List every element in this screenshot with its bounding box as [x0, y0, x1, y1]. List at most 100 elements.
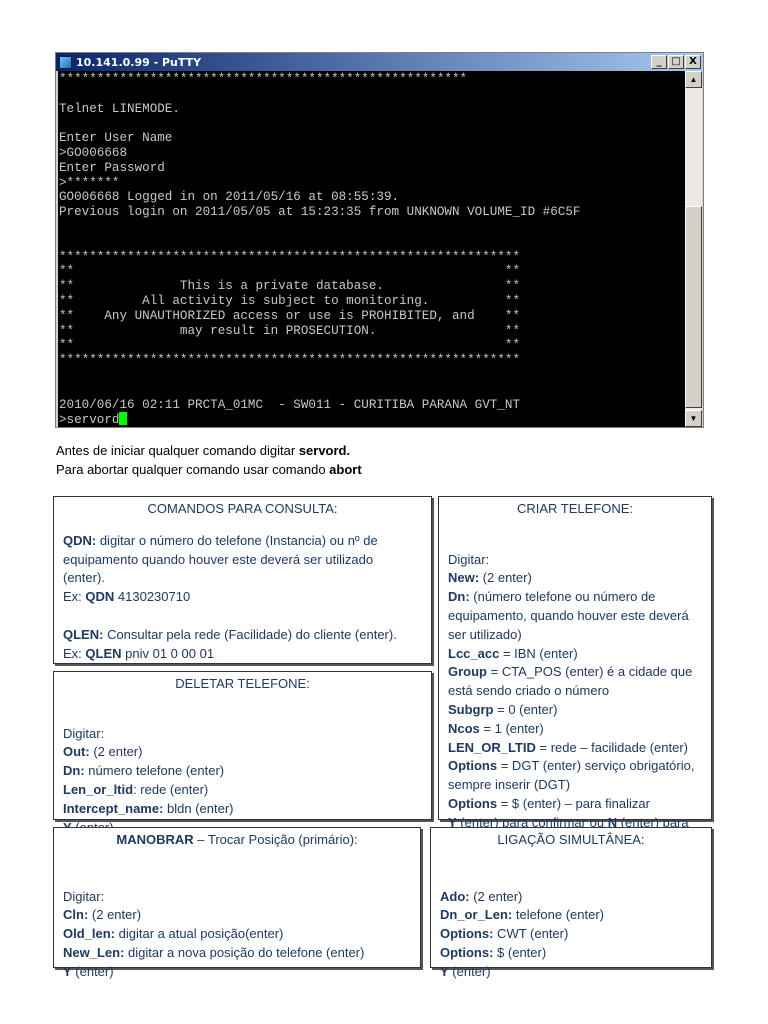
bold-text: Len_or_ltid: [63, 781, 134, 797]
text: equipamento, quando houver este deverá: [448, 607, 689, 623]
box-line: Subgrp = 0 (enter): [448, 701, 702, 720]
text: $ (enter): [493, 944, 547, 960]
box-line: Options = DGT (enter) serviço obrigatóri…: [448, 757, 702, 776]
text: (2 enter): [88, 907, 142, 923]
box-line: Group = CTA_POS (enter) é a cidade que: [448, 663, 702, 682]
scroll-down-icon[interactable]: ▼: [685, 410, 702, 427]
text: CWT (enter): [493, 926, 569, 942]
terminal-line: ** may result in PROSECUTION. **: [59, 323, 521, 338]
box-title: CRIAR TELEFONE:: [448, 500, 702, 519]
bold-text: Options:: [440, 944, 494, 960]
terminal-line: ** This is a private database. **: [59, 279, 521, 294]
text: telefone (enter): [512, 907, 605, 923]
putty-icon: [59, 55, 72, 69]
box-line: Len_or_ltid: rede (enter): [63, 781, 422, 800]
box-manobrar: MANOBRAR – Trocar Posição (primário): Dig…: [53, 827, 421, 979]
text: (2 enter): [89, 744, 143, 760]
box-line: [63, 607, 422, 626]
terminal-line: ** **: [59, 338, 521, 353]
box-line: [63, 869, 411, 888]
terminal-line: ****************************************…: [59, 72, 468, 86]
bold-text: Lcc_acc: [448, 645, 500, 661]
bold-text: QLEN:: [63, 626, 104, 642]
box-line: LEN_OR_LTID = rede – facilidade (enter): [448, 739, 702, 758]
box-line: QLEN: Consultar pela rede (Facilidade) d…: [63, 626, 422, 645]
text: CRIAR TELEFONE:: [516, 501, 634, 516]
bold-text: Y: [440, 963, 449, 979]
box-line: (enter).: [63, 569, 422, 588]
text: número telefone (enter): [84, 763, 225, 779]
bold-text: Old_len:: [63, 926, 116, 942]
box-line: QDN: digitar o número do telefone (Insta…: [63, 532, 422, 551]
terminal-line: >GO006668: [59, 145, 128, 160]
box-line: Old_len: digitar a atual posição(enter): [63, 925, 411, 944]
window-title: 10.141.0.99 - PuTTY: [76, 55, 202, 69]
box-title: DELETAR TELEFONE:: [63, 675, 422, 694]
box-title: LIGAÇÃO SIMULTÂNEA:: [440, 831, 702, 850]
box-line: Ex: QLEN pniv 01 0 00 01: [63, 645, 422, 664]
box-line: [63, 706, 422, 725]
terminal-line: Previous login on 2011/05/05 at 15:23:35…: [59, 205, 581, 220]
text: = IBN (enter): [499, 645, 578, 661]
maximize-button[interactable]: □: [668, 55, 684, 69]
box-line: Dn: (número telefone ou número de: [448, 588, 702, 607]
text: equipamento quando houver este deverá se…: [63, 551, 374, 567]
bold-text: Out:: [63, 744, 90, 760]
bold-text: Options: [448, 795, 498, 811]
close-button[interactable]: X: [685, 55, 701, 69]
box-line: equipamento quando houver este deverá se…: [63, 551, 422, 570]
terminal-output[interactable]: ****************************************…: [58, 71, 685, 427]
text: está sendo criado o número: [448, 683, 610, 699]
text: digitar o número do telefone (Instancia)…: [96, 532, 378, 548]
minimize-button[interactable]: _: [651, 55, 667, 69]
text: Ex:: [63, 589, 86, 605]
terminal-line: ****************************************…: [59, 249, 521, 264]
box-line: Ex: QDN 4130230710: [63, 588, 422, 607]
box-ligacao-simultanea: LIGAÇÃO SIMULTÂNEA: Ado: (2 enter) Dn_or_L…: [430, 827, 712, 979]
terminal-line: ** Any UNAUTHORIZED access or use is PRO…: [59, 308, 521, 323]
text: Para abortar qualquer comando usar coman…: [56, 462, 330, 477]
text: ser utilizado): [448, 626, 522, 642]
bold-text: QDN: [85, 589, 115, 605]
bold-text: Dn_or_Len:: [440, 907, 513, 923]
box-line: Dn: número telefone (enter): [63, 762, 422, 781]
text: (enter): [71, 963, 114, 979]
bold-text: Intercept_name:: [63, 800, 164, 816]
note-servord: Antes de iniciar qualquer comando digita…: [56, 443, 350, 458]
text: (enter).: [63, 570, 105, 586]
text: Consultar pela rede (Facilidade) do clie…: [103, 626, 397, 642]
bold-text: Dn:: [63, 763, 85, 779]
text: Digitar:: [448, 551, 490, 567]
text: = rede – facilidade (enter): [535, 739, 689, 755]
text: = CTA_POS (enter) é a cidade que: [487, 664, 693, 680]
box-title: MANOBRAR – Trocar Posição (primário):: [63, 831, 411, 850]
title-bar[interactable]: 10.141.0.99 - PuTTY _ □ X: [56, 53, 703, 71]
text: pniv 01 0 00 01: [121, 645, 215, 661]
bold-text: servord.: [298, 443, 351, 458]
bold-text: QLEN: [85, 645, 122, 661]
text: DELETAR TELEFONE:: [175, 676, 310, 691]
box-criar-telefone: CRIAR TELEFONE: Digitar: New: (2 enter) Dn:…: [438, 496, 712, 830]
scroll-up-icon[interactable]: ▲: [685, 71, 702, 88]
box-line: sempre inserir (DGT): [448, 776, 702, 795]
text: Antes de iniciar qualquer comando digita…: [56, 443, 299, 458]
terminal-line: ** All activity is subject to monitoring…: [59, 293, 521, 308]
text: = DGT (enter) serviço obrigatório,: [497, 758, 695, 774]
box-comandos-consulta: COMANDOS PARA CONSULTA: QDN: digitar o nú…: [53, 496, 432, 664]
text: sempre inserir (DGT): [448, 777, 571, 793]
text: = 1 (enter): [479, 720, 544, 736]
box-line: Y (enter): [63, 963, 411, 982]
text: Digitar:: [63, 888, 105, 904]
scroll-thumb[interactable]: [685, 206, 702, 408]
terminal-line: >*******: [59, 175, 120, 190]
box-line: está sendo criado o número: [448, 682, 702, 701]
bold-text: Y: [63, 963, 72, 979]
bold-text: Ncos: [448, 720, 480, 736]
bold-text: QDN:: [63, 532, 97, 548]
box-title: COMANDOS PARA CONSULTA:: [63, 500, 422, 519]
bold-text: MANOBRAR: [116, 832, 194, 847]
text: COMANDOS PARA CONSULTA:: [147, 501, 338, 516]
box-line: Out: (2 enter): [63, 743, 422, 762]
scrollbar[interactable]: ▲ ▼: [685, 71, 702, 427]
text: digitar a atual posição(enter): [115, 926, 284, 942]
